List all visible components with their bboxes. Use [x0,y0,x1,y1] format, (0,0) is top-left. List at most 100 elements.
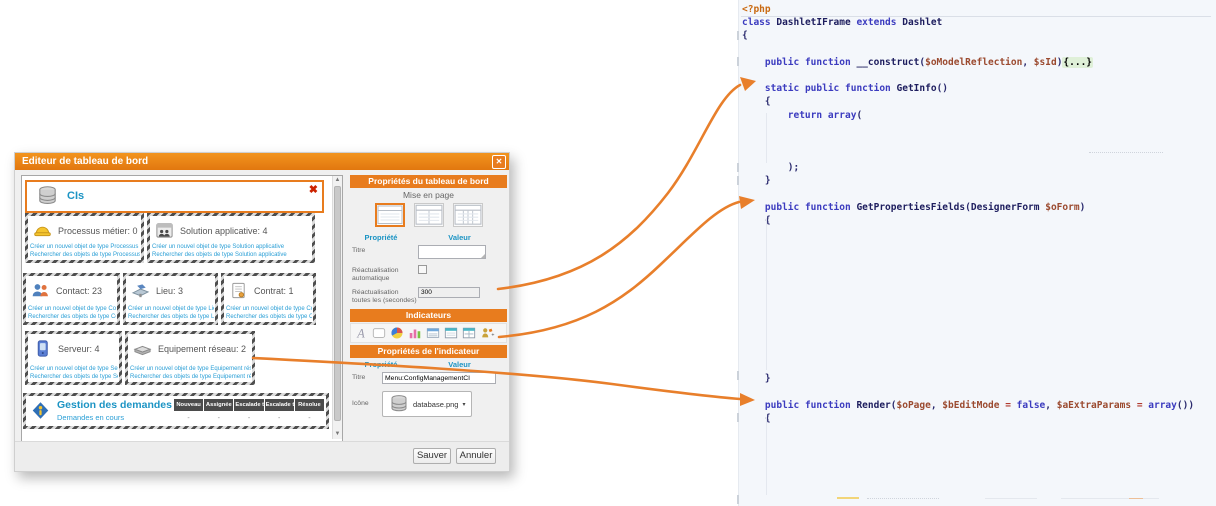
tile-link[interactable]: Rechercher des objets de type Equipement… [130,373,251,381]
dashlet-tile-contrat[interactable]: Contrat: 1Créer un nouvel objet de type … [221,273,316,325]
tile-link[interactable]: Rechercher des objets de type Solution a… [152,251,311,259]
faded-code-artifact [1089,152,1163,153]
title-label: Titre [352,245,418,255]
dashlet-gestion-demandes[interactable]: Gestion des demandes Demandes en cours N… [23,393,329,429]
code-line: <?php [742,3,1194,16]
column-propriete: Propriété [350,360,412,369]
scroll-down-icon[interactable]: ▼ [333,430,342,439]
code-line [742,333,1194,346]
contacts-icon [30,281,51,300]
tile-link[interactable]: Créer un nouvel objet de type Solution a… [152,243,311,251]
code-line: static public function GetInfo() [742,82,1194,95]
column-valeur: Valeur [412,360,507,369]
dashlet-tile-processus-metier[interactable]: Processus métier: 0Créer un nouvel objet… [25,213,144,263]
code-line [742,135,1194,148]
tile-link[interactable]: Rechercher des objets de type Processus … [30,251,140,259]
save-button[interactable]: Sauver [413,448,451,464]
blank-dashlet-icon[interactable] [371,326,387,340]
layout-option-1-col[interactable] [375,203,405,227]
gutter-mark [737,163,739,172]
dashlet-tile-lieu[interactable]: Lieu: 3Créer un nouvel objet de type Lie… [123,273,218,325]
list-dashlet-icon[interactable] [425,326,441,340]
dashboard-preview: CIs ✖ Processus métier: 0Créer un nouvel… [21,175,343,442]
status-column-header: Nouveau [174,399,203,411]
tile-link[interactable]: Rechercher des objets de type Lieu [128,313,214,321]
database-icon [36,185,59,207]
svg-text:A: A [356,326,365,340]
network-device-icon [132,339,153,358]
bar-chart-dashlet-icon[interactable] [407,326,423,340]
demandes-en-cours-link[interactable]: Demandes en cours [57,413,124,422]
tile-links: Créer un nouvel objet de type ContactRec… [28,305,116,321]
object-list-dashlet-icon[interactable] [443,326,459,340]
hardhat-icon [32,221,53,240]
faded-code-artifact [867,498,939,499]
code-line [742,240,1194,253]
tile-label: Solution applicative: 4 [180,226,268,236]
remove-dashlet-icon[interactable]: ✖ [309,183,318,196]
code-line: } [742,174,1194,187]
layout-option-3-col[interactable] [453,203,483,227]
gutter-mark [737,31,739,40]
dashlet-tile-solution-applicative[interactable]: Solution applicative: 4 Créer un nouvel o… [147,213,315,263]
layout-option-2-col[interactable] [414,203,444,227]
pie-chart-dashlet-icon[interactable] [389,326,405,340]
tile-link[interactable]: Créer un nouvel objet de type Lieu [128,305,214,313]
refresh-seconds-input[interactable] [418,287,480,298]
close-icon[interactable]: ✕ [492,155,506,169]
gutter-mark [737,495,739,504]
dashboard-editor-dialog: Editeur de tableau de bord ✕ CIs ✖ Proce… [14,152,510,472]
dialog-titlebar[interactable]: Editeur de tableau de bord ✕ [15,153,509,170]
tile-link[interactable]: Créer un nouvel objet de type Processus … [30,243,140,251]
tile-link[interactable]: Rechercher des objets de type Serveur [30,373,118,381]
tile-links: Créer un nouvel objet de type ServeurRec… [30,365,118,381]
tile-links: Créer un nouvel objet de type Equipement… [130,365,251,381]
code-line: { [742,95,1194,108]
custom-dashlet-icon[interactable]: + [479,326,495,340]
tile-label: Serveur: 4 [58,344,100,354]
code-line [742,122,1194,135]
chevron-down-icon: ▾ [462,401,465,408]
faded-code-artifact [1129,498,1143,499]
status-column-header: Résolue [295,399,324,411]
arrow-to-getinfo [498,85,740,289]
group-by-dashlet-icon[interactable] [461,326,477,340]
scroll-up-icon[interactable]: ▲ [333,176,342,185]
tile-link[interactable]: Rechercher des objets de type Contact [28,313,116,321]
tile-link[interactable]: Créer un nouvel objet de type Contact [28,305,116,313]
tile-label: Contact: 23 [56,286,102,296]
dashlet-tile-equipement-reseau[interactable]: Equipement réseau: 2Créer un nouvel obje… [125,331,255,385]
dashlet-tile-serveur[interactable]: Serveur: 4 Créer un nouvel objet de type … [25,331,122,385]
code-line: } [742,372,1194,385]
tile-link[interactable]: Créer un nouvel objet de type Contrat [226,305,312,313]
dashlet-tile-contact[interactable]: Contact: 23 Créer un nouvel objet de type… [23,273,120,325]
tile-links: Créer un nouvel objet de type LieuRecher… [128,305,214,321]
preview-scrollbar[interactable]: ▲ ▼ [332,176,342,439]
icon-dropdown[interactable]: database.png ▾ [382,391,472,417]
scrollbar-thumb[interactable] [334,186,341,421]
indicator-properties-header: Propriétés de l'indicateur [350,345,507,358]
dialog-footer: Sauver Annuler [15,441,509,471]
status-column-header: Escalade ttr [265,399,294,411]
location-icon [130,281,151,300]
code-line [742,320,1194,333]
dashlet-cis-header[interactable]: CIs ✖ [25,180,324,213]
tile-link[interactable]: Créer un nouvel objet de type Serveur [30,365,118,373]
tile-link[interactable]: Créer un nouvel objet de type Equipement… [130,365,251,373]
auto-refresh-checkbox[interactable] [418,265,427,274]
text-dashlet-icon[interactable]: A [353,326,369,340]
indicator-toolbar: A+ [350,323,507,343]
code-line: class DashletIFrame extends Dashlet [742,16,1194,29]
tile-link[interactable]: Rechercher des objets de type Contrat [226,313,312,321]
server-icon [32,339,53,358]
tile-links: Créer un nouvel objet de type ContratRec… [226,305,312,321]
code-line [742,306,1194,319]
code-line [742,346,1194,359]
indent-guide [766,218,767,370]
dashboard-title-input[interactable] [418,245,486,259]
svg-text:+: + [491,333,494,339]
cancel-button[interactable]: Annuler [456,448,496,464]
status-value: - [265,415,294,422]
status-value: - [204,415,233,422]
indicator-title-input[interactable] [382,372,496,384]
